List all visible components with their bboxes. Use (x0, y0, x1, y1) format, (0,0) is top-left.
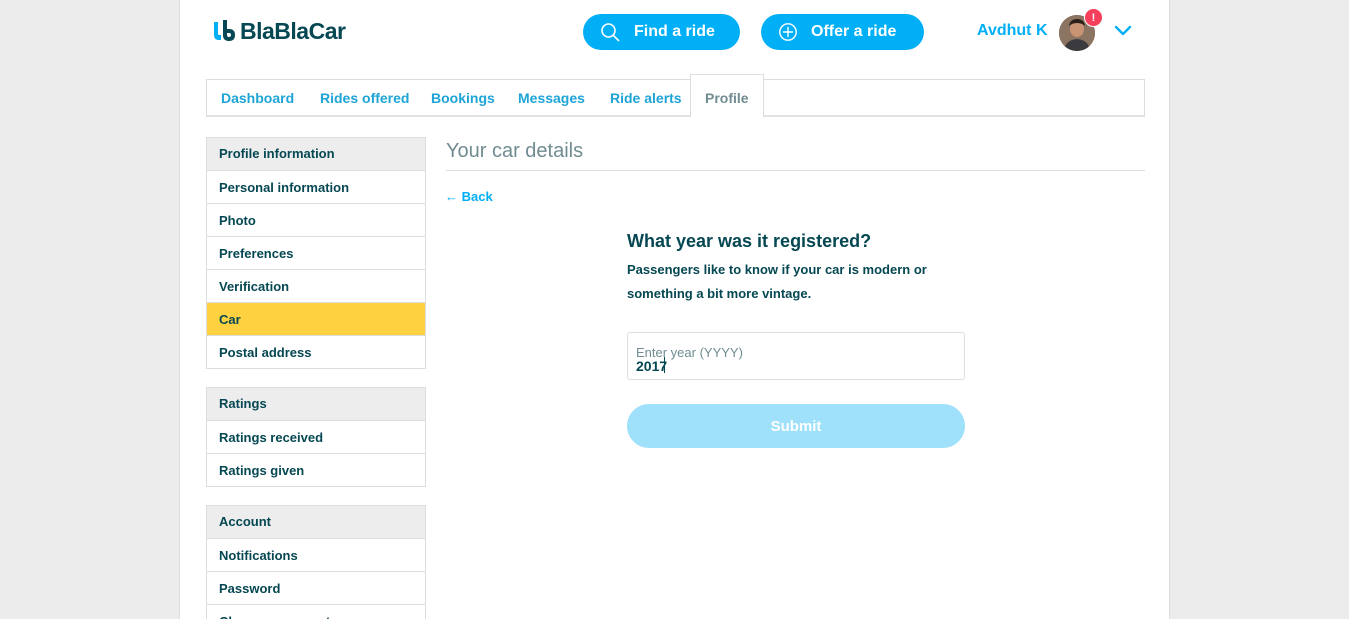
sidebar-profile-group: Profile information Personal information… (206, 137, 426, 369)
text-cursor (664, 357, 665, 373)
blablacar-logo[interactable]: BlaBlaCar (211, 15, 346, 47)
logo-wordmark: BlaBlaCar (240, 17, 346, 44)
plus-circle-icon (779, 23, 797, 41)
question-description: Passengers like to know if your car is m… (627, 262, 927, 301)
tab-dashboard[interactable]: Dashboard (221, 80, 294, 116)
sidebar-item-photo[interactable]: Photo (207, 203, 425, 236)
notification-badge: ! (1084, 8, 1103, 27)
page-title: Your car details (446, 140, 584, 162)
sidebar-heading-profile-information: Profile information (207, 138, 425, 170)
dashboard-tab-bar: Dashboard Rides offered Bookings Message… (206, 74, 1145, 117)
sidebar-item-car[interactable]: Car (207, 302, 425, 335)
sidebar-account-group: Account Notifications Password Close my … (206, 505, 426, 619)
sidebar-item-close-my-account[interactable]: Close my account (207, 604, 425, 619)
find-a-ride-button[interactable]: Find a ride (583, 14, 740, 50)
chevron-down-icon[interactable] (1114, 23, 1132, 37)
offer-a-ride-button[interactable]: Offer a ride (761, 14, 924, 50)
sidebar-item-verification[interactable]: Verification (207, 269, 425, 302)
page-container: BlaBlaCar Find a ride Offer a ride Avdhu… (179, 0, 1170, 619)
sidebar-item-ratings-given[interactable]: Ratings given (207, 453, 425, 486)
sidebar-ratings-group: Ratings Ratings received Ratings given (206, 387, 426, 487)
year-input-value: 2017 (636, 358, 668, 374)
sidebar-item-notifications[interactable]: Notifications (207, 538, 425, 571)
tab-rides-offered[interactable]: Rides offered (320, 80, 409, 116)
tab-ride-alerts[interactable]: Ride alerts (610, 80, 682, 116)
sidebar-item-password[interactable]: Password (207, 571, 425, 604)
back-link[interactable]: ← Back (445, 189, 493, 204)
sidebar-heading-account: Account (207, 506, 425, 538)
tab-bookings[interactable]: Bookings (431, 80, 495, 116)
offer-a-ride-label: Offer a ride (811, 23, 897, 40)
submit-button[interactable]: Submit (627, 404, 965, 448)
sidebar-item-postal-address[interactable]: Postal address (207, 335, 425, 368)
tab-messages[interactable]: Messages (518, 80, 585, 116)
sidebar-item-ratings-received[interactable]: Ratings received (207, 420, 425, 453)
tab-profile[interactable]: Profile (690, 74, 764, 117)
blablacar-logo-icon (214, 20, 235, 41)
question-heading: What year was it registered? (627, 231, 872, 251)
search-icon (601, 23, 620, 42)
sidebar-heading-ratings: Ratings (207, 388, 425, 420)
registration-year-input[interactable]: Enter year (YYYY) 2017 (627, 332, 965, 380)
user-name-link[interactable]: Avdhut K (977, 22, 1048, 40)
sidebar-item-personal-information[interactable]: Personal information (207, 170, 425, 203)
title-divider (446, 170, 1145, 171)
find-a-ride-label: Find a ride (634, 23, 715, 40)
sidebar-item-preferences[interactable]: Preferences (207, 236, 425, 269)
